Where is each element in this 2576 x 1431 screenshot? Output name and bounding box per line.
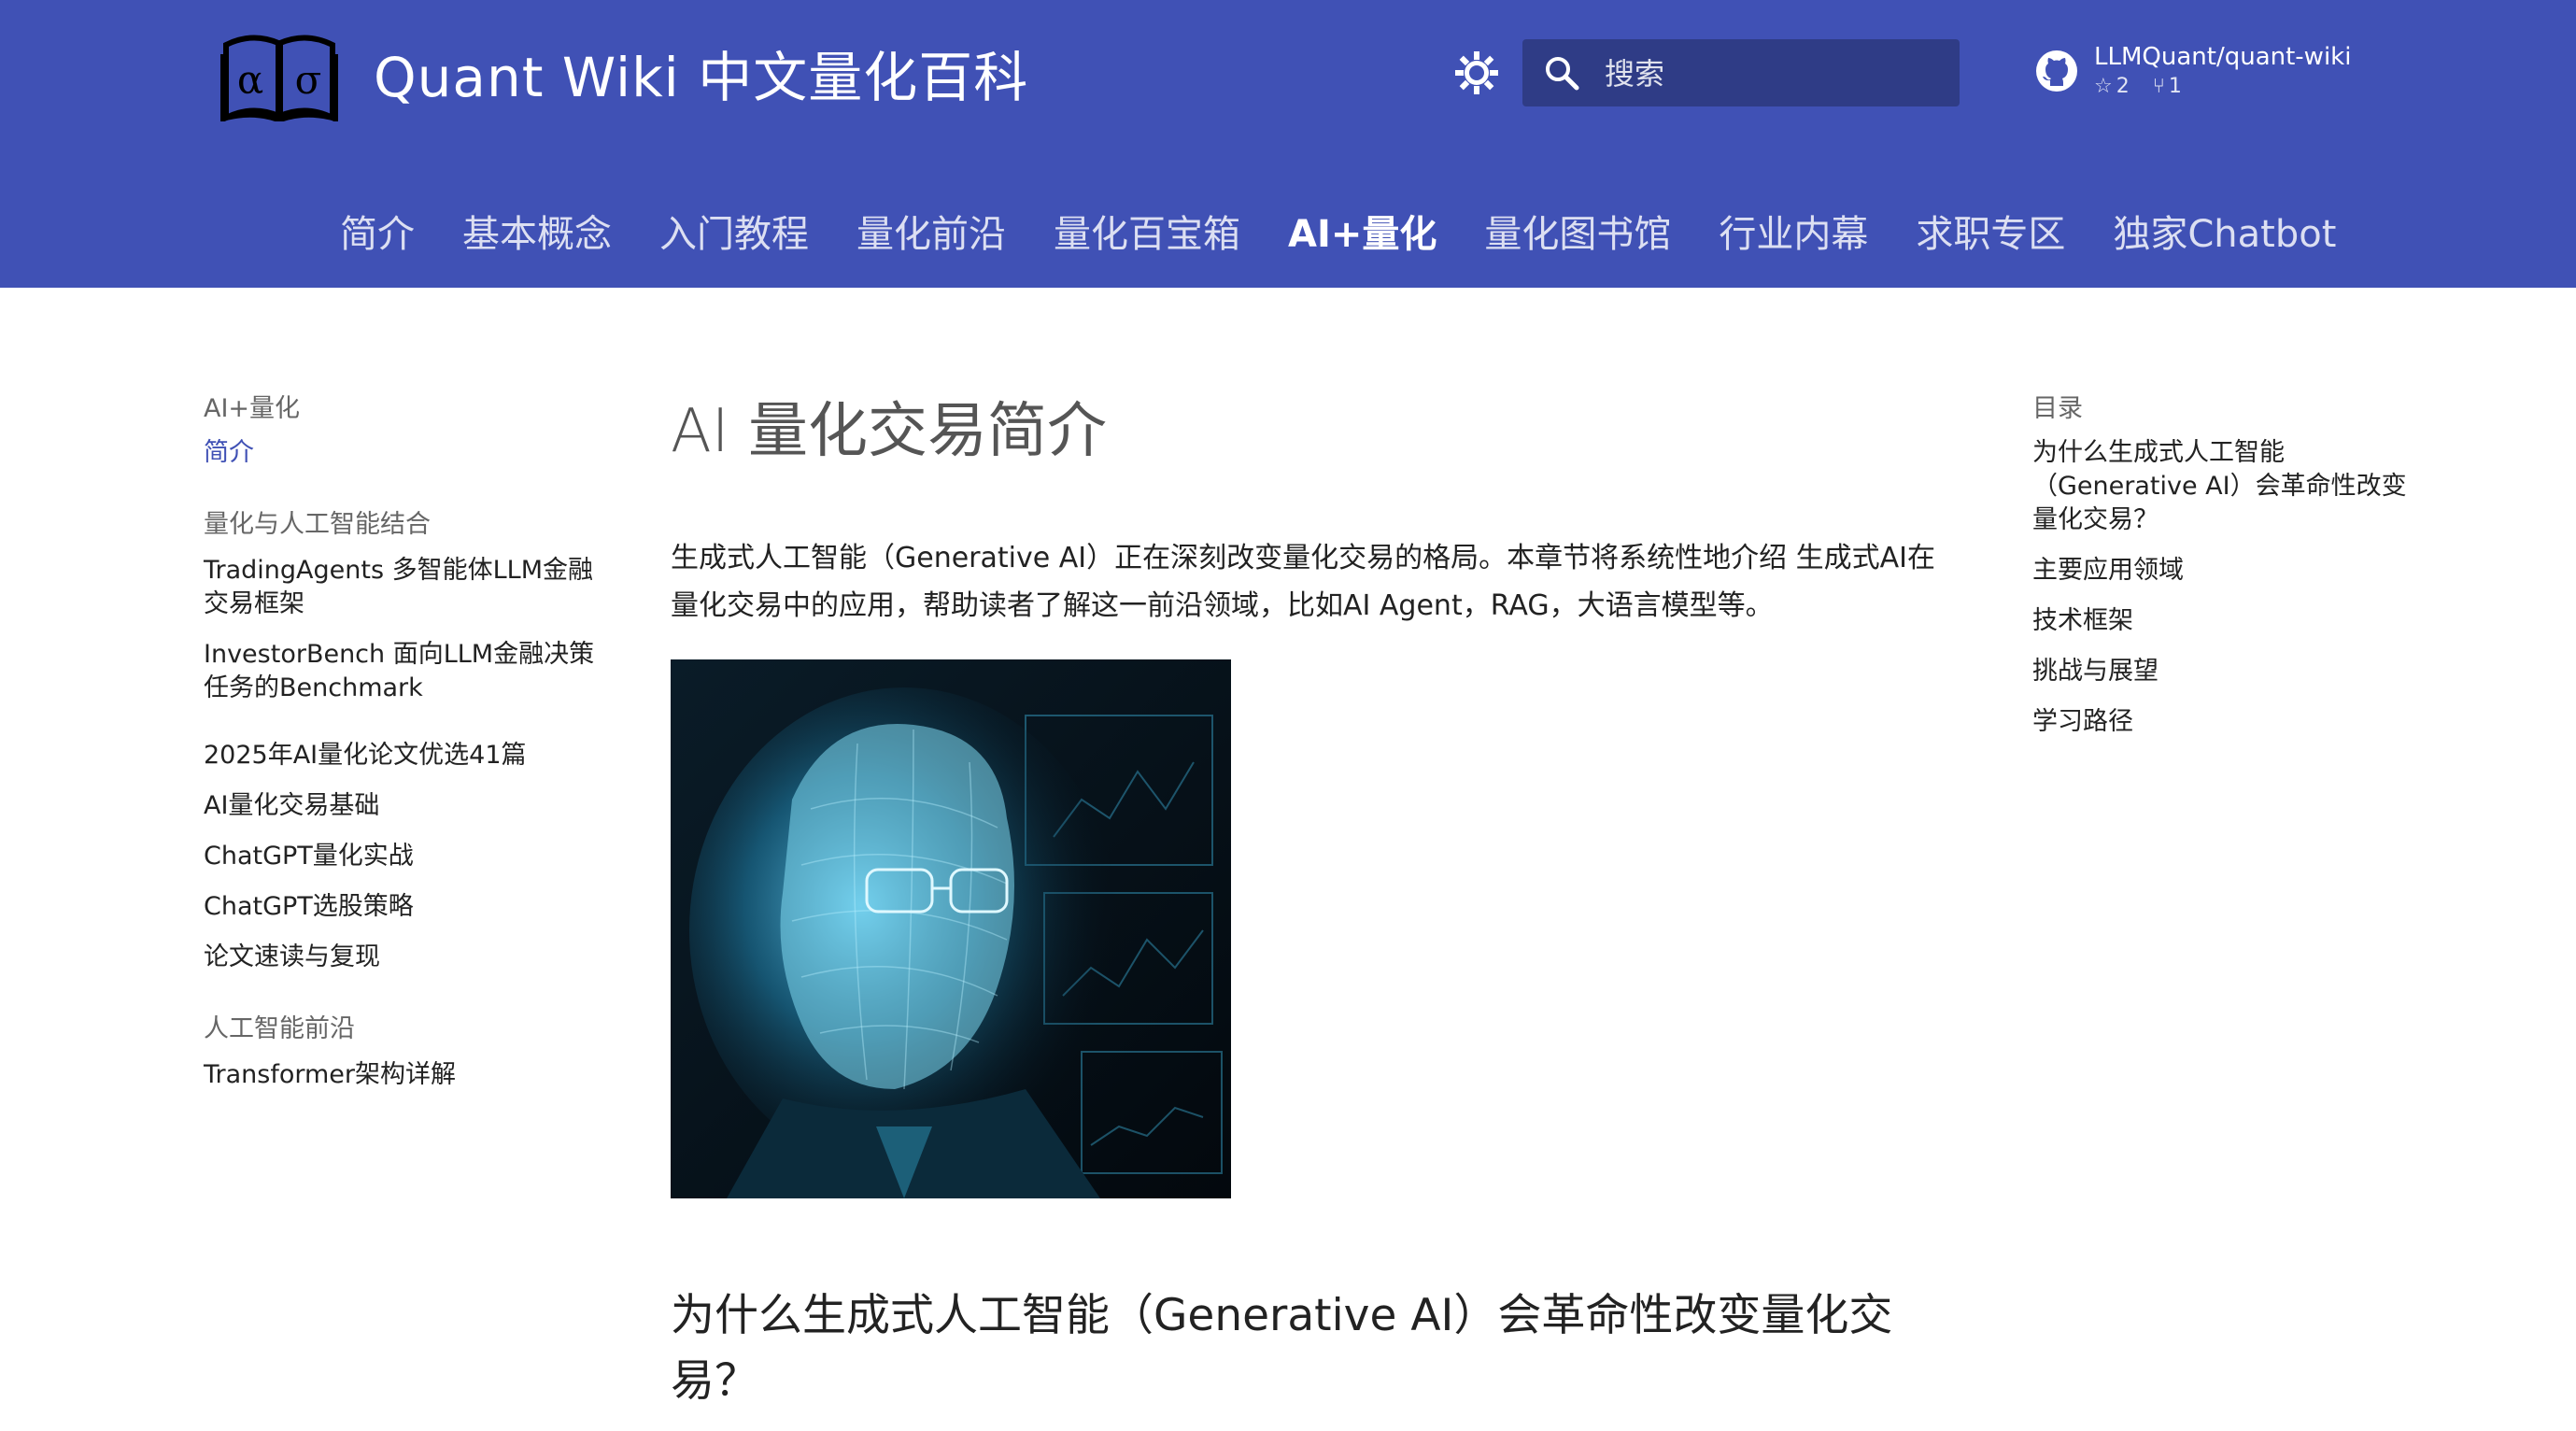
star-count: 2 — [2116, 75, 2130, 98]
sidebar-item-chatgpt-stock[interactable]: ChatGPT选股策略 — [204, 890, 615, 924]
section-heading-why: 为什么生成式人工智能（Generative AI）会革命性改变量化交易？ — [671, 1290, 1893, 1407]
site-title[interactable]: Quant Wiki 中文量化百科 — [374, 34, 1028, 112]
toc-item-applications[interactable]: 主要应用领域 — [2032, 554, 2425, 588]
tab-chatbot[interactable]: 独家Chatbot — [2113, 204, 2336, 260]
toc-item-challenges[interactable]: 挑战与展望 — [2032, 655, 2425, 688]
toc-item-why[interactable]: 为什么生成式人工智能（Generative AI）会革命性改变量化交易？ — [2032, 436, 2425, 537]
sidebar-item-intro[interactable]: 简介 — [204, 436, 615, 470]
fork-icon: ⑂ — [2152, 75, 2165, 98]
book-logo-icon[interactable]: α σ — [220, 26, 338, 121]
tab-library[interactable]: 量化图书馆 — [1484, 204, 1671, 260]
github-icon — [2036, 50, 2077, 92]
toc-item-framework[interactable]: 技术框架 — [2032, 604, 2425, 638]
theme-toggle-icon[interactable] — [1453, 50, 1500, 96]
sidebar-item-paper-reading[interactable]: 论文速读与复现 — [204, 941, 615, 974]
search-input[interactable] — [1603, 39, 1952, 108]
sidebar-item-chatgpt-practice[interactable]: ChatGPT量化实战 — [204, 840, 615, 873]
sidebar-item-ai-basics[interactable]: AI量化交易基础 — [204, 789, 615, 823]
sidebar-item-tradingagents[interactable]: TradingAgents 多智能体LLM金融交易框架 — [204, 554, 615, 621]
star-icon: ☆ — [2094, 75, 2113, 98]
svg-text:σ: σ — [295, 57, 322, 103]
tab-toolbox[interactable]: 量化百宝箱 — [1054, 204, 1240, 260]
search-box[interactable] — [1522, 39, 1960, 108]
repo-stats: ☆ 2 ⑂ 1 — [2094, 75, 2186, 98]
page-title: AI 量化交易简介 — [671, 397, 1107, 466]
tab-careers[interactable]: 求职专区 — [1916, 204, 2065, 260]
sidebar-group-ai-quant: 量化与人工智能结合 — [204, 510, 431, 539]
sidebar-section-title: AI+量化 — [204, 394, 301, 423]
fork-count: 1 — [2168, 75, 2182, 98]
tab-frontier[interactable]: 量化前沿 — [856, 204, 1006, 260]
top-header: α σ Quant Wiki 中文量化百科 LLMQuant/quant-w — [0, 0, 2576, 288]
sidebar-group-ai-frontier: 人工智能前沿 — [204, 1014, 355, 1043]
sidebar-item-transformer[interactable]: Transformer架构详解 — [204, 1058, 615, 1092]
tab-ai-quant[interactable]: AI+量化 — [1288, 204, 1437, 260]
sidebar-item-papers-2025[interactable]: 2025年AI量化论文优选41篇 — [204, 739, 615, 772]
tab-tutorials[interactable]: 入门教程 — [659, 204, 809, 260]
toc-title: 目录 — [2032, 394, 2083, 423]
repo-name: LLMQuant/quant-wiki — [2094, 43, 2352, 71]
search-icon — [1546, 57, 1579, 91]
tab-industry[interactable]: 行业内幕 — [1719, 204, 1868, 260]
svg-text:α: α — [237, 57, 263, 103]
main-tabs: 简介 基本概念 入门教程 量化前沿 量化百宝箱 AI+量化 量化图书馆 行业内幕… — [340, 204, 2336, 260]
tab-intro[interactable]: 简介 — [340, 204, 415, 260]
hero-image — [671, 659, 1231, 1198]
toc-item-learning-path[interactable]: 学习路径 — [2032, 705, 2425, 739]
intro-paragraph: 生成式人工智能（Generative AI）正在深刻改变量化交易的格局。本章节将… — [671, 542, 1936, 622]
tab-basic-concepts[interactable]: 基本概念 — [462, 204, 612, 260]
sidebar-item-investorbench[interactable]: InvestorBench 面向LLM金融决策任务的Benchmark — [204, 638, 615, 705]
repo-link[interactable]: LLMQuant/quant-wiki ☆ 2 ⑂ 1 — [2034, 41, 2464, 106]
